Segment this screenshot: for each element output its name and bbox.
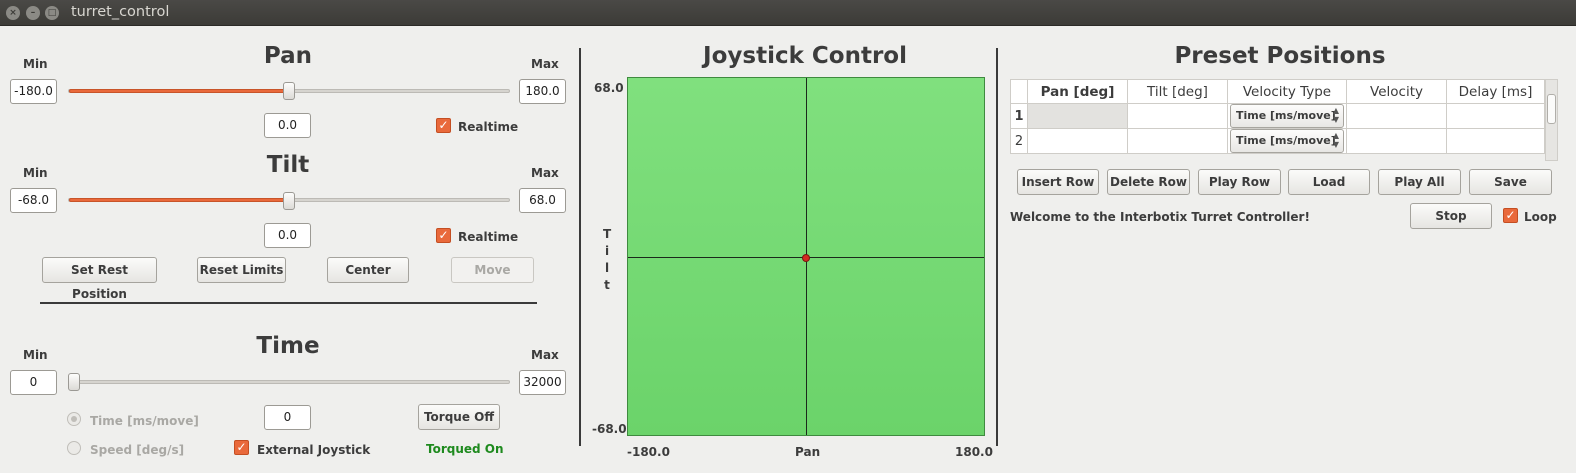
row-header[interactable]: 2 [1010,128,1028,154]
time-max-label: Max [531,348,559,362]
cell-velocity-type: Time [ms/move] ▲ ▼ [1227,128,1347,154]
tilt-min-input[interactable]: -68.0 [10,188,57,213]
column-header-tilt[interactable]: Tilt [deg] [1127,79,1228,104]
time-mode-label: Time [ms/move] [90,414,199,428]
joystick-y-axis-label: T i l t [603,227,612,292]
cell-tilt[interactable] [1127,128,1228,154]
time-value-input[interactable]: 0 [264,405,311,430]
pan-realtime-label: Realtime [458,120,519,134]
status-message: Welcome to the Interbotix Turret Control… [1010,210,1310,224]
stop-button[interactable]: Stop [1410,203,1492,229]
cell-pan[interactable] [1027,128,1128,154]
spinner-arrows-icon: ▲ ▼ [1332,131,1339,149]
right-panel-divider [996,48,998,446]
joystick-x-max: 180.0 [955,445,993,459]
pan-title: Pan [263,43,313,69]
tilt-slider-fill [69,198,290,202]
move-button[interactable]: Move [451,257,534,283]
table-corner [1010,79,1028,104]
scrollbar-thumb[interactable] [1547,94,1556,124]
cell-pan[interactable] [1027,103,1128,129]
maximize-icon[interactable]: □ [45,6,59,20]
external-joystick-label: External Joystick [257,443,371,457]
cell-tilt[interactable] [1127,103,1228,129]
reset-limits-button[interactable]: Reset Limits [197,257,286,283]
time-mode-radio[interactable] [67,412,81,426]
pan-min-label: Min [23,57,48,71]
table-row: 2 Time [ms/move] ▲ ▼ [1010,128,1545,154]
cell-velocity-type: Time [ms/move] ▲ ▼ [1227,103,1347,129]
joystick-x-min: -180.0 [627,445,670,459]
row-header[interactable]: 1 [1010,103,1028,129]
window-titlebar: × – □ turret_control [0,0,1576,26]
joystick-position-marker[interactable] [802,254,810,262]
play-row-button[interactable]: Play Row [1198,169,1281,195]
torque-off-button[interactable]: Torque Off [418,404,500,430]
tilt-value-input[interactable]: 0.0 [264,223,311,248]
table-row: 1 Time [ms/move] ▲ ▼ [1010,103,1545,129]
column-header-pan[interactable]: Pan [deg] [1027,79,1128,104]
table-header-row: Pan [deg] Tilt [deg] Velocity Type Veloc… [1010,79,1545,104]
speed-mode-label: Speed [deg/s] [90,443,185,457]
save-button[interactable]: Save [1469,169,1552,195]
insert-row-button[interactable]: Insert Row [1017,169,1099,195]
delete-row-button[interactable]: Delete Row [1107,169,1190,195]
section-divider [40,302,537,304]
joystick-title: Joystick Control [703,43,907,69]
pan-max-label: Max [531,57,559,71]
tilt-max-input[interactable]: 68.0 [519,188,566,213]
tilt-slider-handle[interactable] [283,192,295,210]
center-button[interactable]: Center [327,257,409,283]
time-title: Time [256,333,320,359]
joystick-pad[interactable] [627,77,985,436]
tilt-min-label: Min [23,166,48,180]
close-icon[interactable]: × [6,6,20,20]
presets-table: Pan [deg] Tilt [deg] Velocity Type Veloc… [1010,79,1545,154]
column-header-velocity[interactable]: Velocity [1346,79,1447,104]
pan-min-input[interactable]: -180.0 [10,79,57,104]
column-header-delay[interactable]: Delay [ms] [1446,79,1545,104]
tilt-title: Tilt [266,152,310,178]
pan-slider-handle[interactable] [283,82,295,100]
cell-delay[interactable] [1446,128,1545,154]
tilt-realtime-checkbox[interactable]: ✓ [436,228,451,243]
time-max-input[interactable]: 32000 [519,370,566,395]
window-title: turret_control [71,4,170,20]
time-min-label: Min [23,348,48,362]
presets-title: Preset Positions [1174,43,1386,69]
time-slider-handle[interactable] [68,373,80,391]
cell-velocity[interactable] [1346,103,1447,129]
time-slider[interactable] [68,380,510,384]
loop-checkbox[interactable]: ✓ [1503,208,1518,223]
pan-max-input[interactable]: 180.0 [519,79,566,104]
column-header-velocity-type[interactable]: Velocity Type [1227,79,1347,104]
pan-slider-fill [69,89,290,93]
joystick-x-axis-label: Pan [795,445,821,459]
set-rest-position-button[interactable]: Set Rest Position [42,257,157,301]
pan-value-input[interactable]: 0.0 [264,113,311,138]
time-min-input[interactable]: 0 [10,370,57,395]
table-scrollbar[interactable] [1545,79,1558,161]
velocity-type-dropdown[interactable]: Time [ms/move] ▲ ▼ [1230,129,1344,153]
left-panel-divider [579,48,581,446]
play-all-button[interactable]: Play All [1378,169,1461,195]
speed-mode-radio[interactable] [67,441,81,455]
torque-status: Torqued On [426,442,504,456]
loop-label: Loop [1524,210,1557,224]
cell-velocity[interactable] [1346,128,1447,154]
external-joystick-checkbox[interactable]: ✓ [234,440,249,455]
load-button[interactable]: Load [1288,169,1370,195]
pan-realtime-checkbox[interactable]: ✓ [436,118,451,133]
cell-delay[interactable] [1446,103,1545,129]
joystick-y-max: 68.0 [594,81,624,95]
joystick-y-min: -68.0 [592,422,627,436]
tilt-max-label: Max [531,166,559,180]
velocity-type-dropdown[interactable]: Time [ms/move] ▲ ▼ [1230,104,1344,128]
tilt-realtime-label: Realtime [458,230,519,244]
minimize-icon[interactable]: – [26,6,40,20]
spinner-arrows-icon: ▲ ▼ [1332,106,1339,124]
